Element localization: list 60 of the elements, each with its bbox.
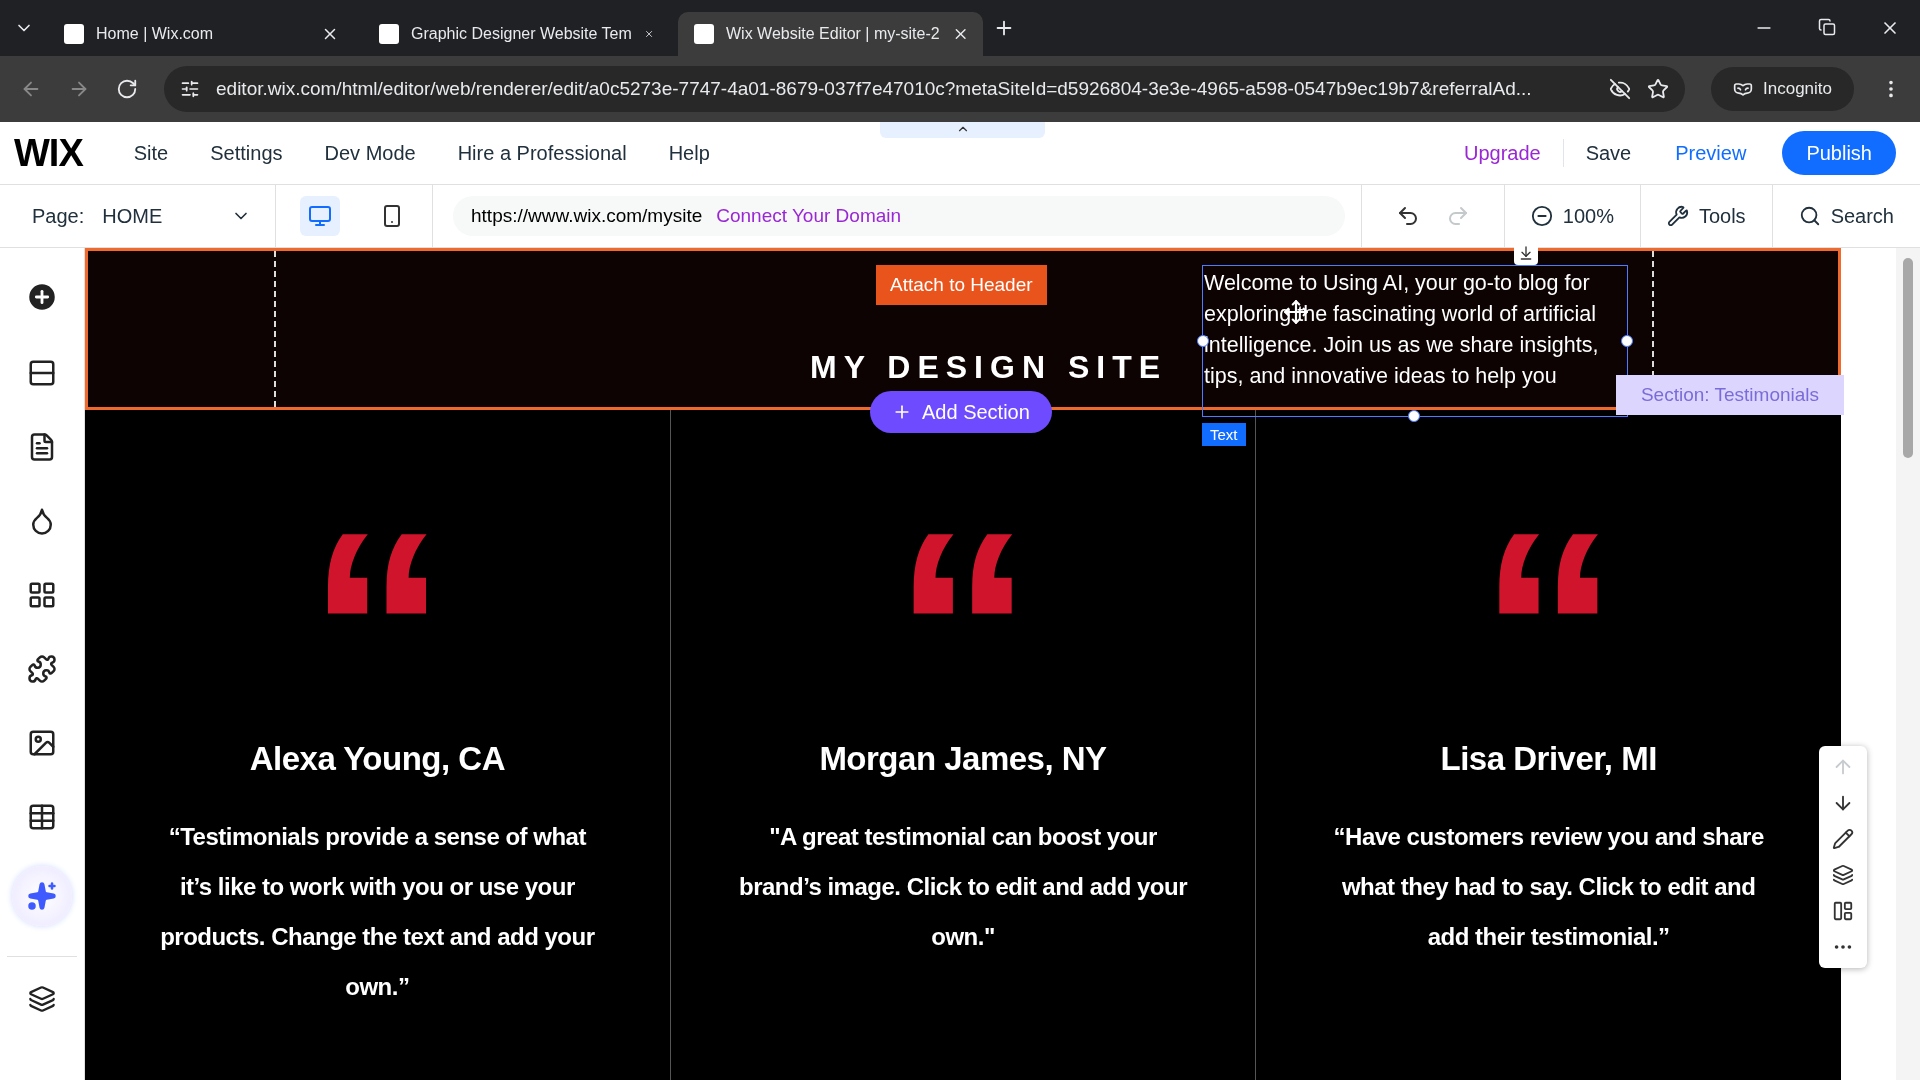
rows-icon[interactable] [27, 358, 57, 388]
layers-icon[interactable] [28, 985, 56, 1013]
menu-item[interactable]: Help [647, 141, 731, 165]
layers-icon[interactable] [1832, 864, 1854, 886]
site-url: https://www.wix.com/mysite [471, 205, 703, 227]
testimonial-quote: “Testimonials provide a sense of what it’s like to work with you or use your products. Change the text and add your own.” [159, 822, 596, 1002]
element-tag: Text [1202, 423, 1246, 446]
eye-off-icon[interactable] [1609, 78, 1631, 100]
desktop-view-button[interactable] [300, 196, 340, 236]
sparkle-icon[interactable] [12, 866, 72, 926]
upgrade-link[interactable]: Upgrade [1441, 141, 1563, 165]
site-info-icon[interactable] [180, 79, 200, 99]
testimonial-name: Morgan James, NY [819, 740, 1107, 778]
attach-to-header-button[interactable]: Attach to Header [876, 265, 1047, 305]
panel-icon[interactable] [1832, 900, 1854, 922]
publish-button[interactable]: Publish [1782, 131, 1896, 175]
quote-mark: “ [1478, 530, 1619, 680]
search-icon[interactable] [1798, 205, 1821, 227]
browser-tab[interactable]: Home | Wix.com [48, 12, 353, 56]
zoom-out-icon[interactable] [1530, 205, 1553, 227]
pencil-icon[interactable] [1832, 828, 1854, 850]
quote-mark: “ [307, 530, 448, 680]
table-icon[interactable] [27, 802, 57, 832]
reload-icon[interactable] [116, 78, 138, 100]
resize-handle[interactable] [1621, 335, 1633, 347]
puzzle-icon[interactable] [27, 654, 57, 684]
scrollbar-thumb[interactable] [1903, 258, 1913, 458]
browser-tab[interactable]: Wix Website Editor | my-site-2 [678, 12, 983, 56]
favicon-icon [694, 24, 714, 44]
testimonial-name: Lisa Driver, MI [1440, 740, 1657, 778]
address-bar[interactable]: editor.wix.com/html/editor/web/renderer/edit/a0c5273e-7747-4a01-8679-037f7e47010c?metaSiteId=d5926804-3e3e-4965-a598-0547b9ec19b7&referralAd... [164, 66, 1685, 112]
testimonial-name: Alexa Young, CA [249, 740, 505, 778]
monitor-icon[interactable] [308, 204, 332, 228]
connect-domain-link[interactable]: Connect Your Domain [716, 205, 902, 227]
search-button[interactable]: Search [1771, 185, 1920, 247]
browser-tab[interactable]: Graphic Designer Website Tem [363, 12, 668, 56]
incognito-badge[interactable]: Incognito [1711, 67, 1854, 111]
preview-link[interactable]: Preview [1653, 141, 1769, 165]
menu-item[interactable]: Dev Mode [303, 141, 437, 165]
favicon-icon [379, 24, 399, 44]
star-icon[interactable] [1647, 78, 1669, 100]
menu-item[interactable]: Hire a Professional [436, 141, 648, 165]
section-label: Section: Testimonials [1616, 375, 1844, 415]
favicon-icon [64, 24, 84, 44]
add-section-button[interactable]: Add Section [870, 391, 1052, 433]
wrench-icon[interactable] [1666, 205, 1689, 227]
testimonial-quote: “Have customers review you and share what they had to say. Click to edit and add their testimonial.” [1332, 822, 1765, 952]
quote-mark: “ [893, 530, 1033, 680]
save-link[interactable]: Save [1563, 141, 1654, 165]
site-title: MY DESIGN SITE [810, 349, 1167, 386]
logo: WIX [14, 131, 83, 175]
tools-button[interactable]: Tools [1639, 185, 1772, 247]
page-label: Page: [32, 204, 85, 228]
page-dropdown[interactable]: HOME [102, 204, 213, 228]
menu-item[interactable]: Site [112, 141, 190, 165]
testimonial-quote: "A great testimonial can boost your brand’s image. Click to edit and add your own." [738, 822, 1188, 952]
restore-icon[interactable] [1818, 18, 1836, 36]
image-icon[interactable] [27, 728, 57, 758]
menu-item[interactable]: Settings [189, 141, 304, 165]
grid-icon[interactable] [27, 580, 57, 610]
